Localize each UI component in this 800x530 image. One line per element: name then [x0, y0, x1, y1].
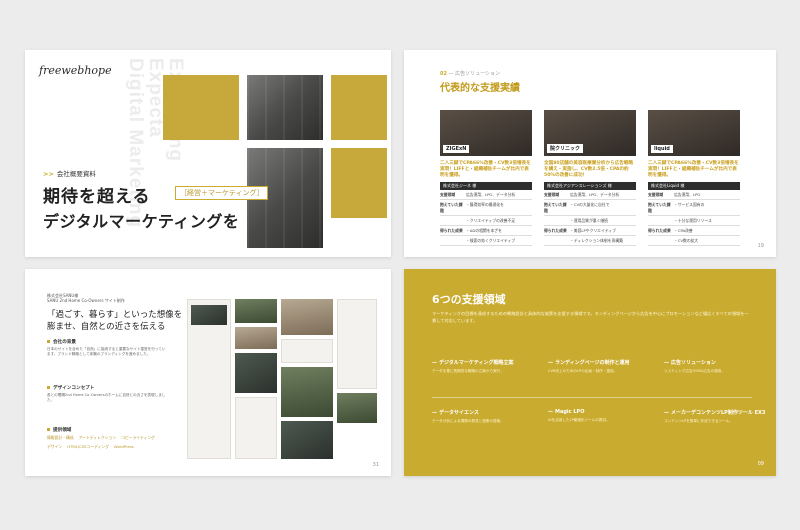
gold-square-2 — [331, 75, 387, 140]
gold-square-3 — [331, 148, 387, 218]
site-screenshot — [235, 397, 277, 459]
section-body: 日本のサイトを含めた「自然」に接続すると重要なサイト運営を行っています。ブランド… — [47, 347, 166, 356]
case-row: ・十分な運用リソース — [648, 216, 740, 226]
slide-case-studies[interactable]: 02 — 広告ソリューション 代表的な支援実績 ZIGExN 二人三脚でCPA6… — [404, 50, 776, 257]
site-screenshot — [337, 299, 377, 389]
service-item: Magic LPO AIを活用したLP最適化ツールの提供。 — [548, 409, 656, 423]
page-number: 19 — [757, 243, 764, 249]
service-item: メーカーデコンテンツLP制作ツール EX3 コンテンツLPを簡単に作成できるツー… — [664, 409, 772, 424]
tag-list: 情報設計・構成 アートディレクション コピーライティング デザイン HTML/C… — [47, 435, 172, 450]
headline-line2: デジタルマーケティングを — [43, 214, 240, 231]
site-screenshot — [281, 367, 333, 417]
site-screenshot — [281, 339, 333, 363]
case-row: ・運用品質が悪く継続 — [544, 216, 636, 226]
service-item: ランディングページの制作と運用 CVR向上のためのLPの企画・制作・運用。 — [548, 359, 656, 374]
case-client: 株式会社ジーネ 様 — [440, 182, 532, 190]
headline-line1: 期待を超える — [43, 187, 151, 206]
tag: コピーライティング — [121, 435, 155, 440]
headline-tag: ［経営＋マーケティング］ — [175, 186, 269, 200]
service-item: デジタルマーケティング戦略立案 データを基に長期的な戦略の立案から実行。 — [432, 359, 540, 374]
tag: HTML/CSSコーディング — [67, 444, 110, 449]
case-card: 院クリニック 全国80店舗の美容医療業分析から広告戦略を構え・実施し、CV数2.… — [544, 110, 636, 246]
site-screenshot — [191, 305, 227, 325]
client-logo: 院クリニック — [547, 144, 584, 153]
case-row: 抱えていた課題 ・サービス固有の — [648, 200, 740, 216]
section-desc: マーケティングの目標を達成するための戦略設計と具体的な施策を支援する領域です。ラ… — [432, 311, 749, 323]
case-row: 得られた成果 ・ADの相関を本ざを — [440, 226, 532, 236]
doc-label: >> 会社概要資料 — [43, 170, 96, 178]
section-heading: 提供領域 — [47, 427, 71, 433]
page-number: 31 — [372, 462, 379, 468]
case-photo: ZIGExN — [440, 110, 532, 156]
section-body: 各との間隔2nd Home Co-Ownersのホームに自然との近さを表現しまし… — [47, 393, 166, 402]
brand-logo: freewebhope — [39, 64, 112, 77]
case-row: 支援領域 広告運用、LPO — [648, 190, 740, 200]
service-item: 広告ソリューション リスティング広告やSNS広告の運用。 — [664, 359, 772, 374]
case-photo: 院クリニック — [544, 110, 636, 156]
project-title: 「過ごす、暮らす」といった想像を 膨ませ、自然との近さを伝える — [47, 310, 183, 332]
case-row: ・CV数の拡大 — [648, 236, 740, 246]
case-card: liquid 二人三脚でCPA66%改善・CV数3倍増長を実現！LIFFと・組織… — [648, 110, 740, 246]
tag: 情報設計・構成 — [47, 435, 74, 440]
slide-six-services[interactable]: 6つの支援領域 マーケティングの目標を達成するための戦略設計と具体的な施策を支援… — [404, 269, 776, 476]
section-label: 02 — 広告ソリューション — [440, 71, 501, 77]
divider — [432, 397, 752, 398]
section-title: 代表的な支援実績 — [440, 83, 520, 94]
case-row: 抱えていた課題 ・CVの大量化に自社で — [544, 200, 636, 216]
service-item: データサイエンス データ分析による課題の発見と施策の提案。 — [432, 409, 540, 424]
case-desc: 全国80店舗の美容医療業分析から広告戦略を構え・実施し、CV数2.5倍・CPAの… — [544, 161, 634, 178]
case-row: 得られた成果 ・CPA改善 — [648, 226, 740, 236]
slide-web-production[interactable]: 株式会社SANU様 SANU 2nd Home Co-Owners サイト制作 … — [25, 269, 391, 476]
case-card: ZIGExN 二人三脚でCPA66%改善・CV数3倍増長を実現！LIFFと・組織… — [440, 110, 532, 246]
site-screenshot — [281, 299, 333, 335]
case-photo: liquid — [648, 110, 740, 156]
site-screenshot — [235, 353, 277, 393]
client-name: 株式会社SANU様 SANU 2nd Home Co-Owners サイト制作 — [47, 293, 125, 303]
case-row: ・クリエイティブの改善不足 — [440, 216, 532, 226]
site-screenshot — [337, 393, 377, 423]
client-logo: liquid — [651, 145, 673, 153]
client-logo: ZIGExN — [443, 145, 470, 153]
case-client: 株式会社アジアンスレーションズ 様 — [544, 182, 636, 190]
page-number: 09 — [757, 461, 764, 467]
case-row: 支援領域 広告運用、LPO、データ分析 — [440, 190, 532, 200]
case-row: ・検索の効くクリエイティブ — [440, 236, 532, 246]
section-heading: デザインコンセプト — [47, 385, 94, 391]
site-screenshot — [235, 299, 277, 323]
case-row: 支援領域 広告運用、LPO、データ分析 — [544, 190, 636, 200]
section-title: 6つの支援領域 — [432, 293, 506, 306]
section-heading: 会社の背景 — [47, 339, 76, 345]
tag: デザイン — [47, 444, 63, 449]
office-photo-1 — [247, 75, 323, 140]
tag: WordPress — [114, 444, 134, 449]
case-client: 株式会社Liquid 様 — [648, 182, 740, 190]
case-row: ・ディレクション体制を再構築 — [544, 236, 636, 246]
gold-square-1 — [163, 75, 239, 140]
site-screenshot — [281, 421, 333, 459]
site-screenshot — [235, 327, 277, 349]
tag: アートディレクション — [78, 435, 117, 440]
slide-company-overview[interactable]: freewebhope Exceeding Expecta Digital Ma… — [25, 50, 391, 257]
case-row: 抱えていた課題 ・獲得効率の最適化を — [440, 200, 532, 216]
case-desc: 二人三脚でCPA66%改善・CV数3倍増長を実現！LIFFと・組織補佐チームが比… — [648, 161, 739, 178]
case-desc: 二人三脚でCPA66%改善・CV数3倍増長を実現！LIFFと・組織補佐チームが比… — [440, 161, 531, 178]
case-row: 得られた成果 ・美容LPやクリエイティブ — [544, 226, 636, 236]
